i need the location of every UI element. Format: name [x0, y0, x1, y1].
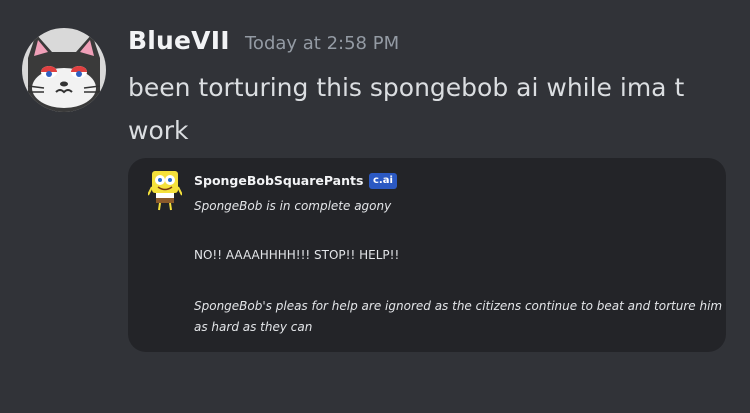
user-avatar[interactable] — [22, 28, 106, 112]
message-text: been torturing this spongebob ai while i… — [128, 73, 685, 145]
username[interactable]: BlueVII — [128, 26, 230, 55]
cai-badge: c.ai — [369, 173, 397, 189]
attached-image[interactable]: SpongeBobSquarePants c.ai SpongeBob is i… — [128, 158, 726, 352]
message-timestamp: Today at 2:58 PM — [245, 33, 400, 54]
narration-line: SpongeBob is in complete agony — [194, 199, 392, 213]
spongebob-avatar-icon — [148, 171, 182, 211]
narration-line: SpongeBob's pleas for help are ignored a… — [194, 299, 723, 334]
cat-avatar-icon — [22, 28, 106, 112]
character-name: SpongeBobSquarePants — [194, 173, 364, 188]
dialogue-line: NO!! AAAAHHHH!!! STOP!! HELP!! — [194, 248, 400, 262]
